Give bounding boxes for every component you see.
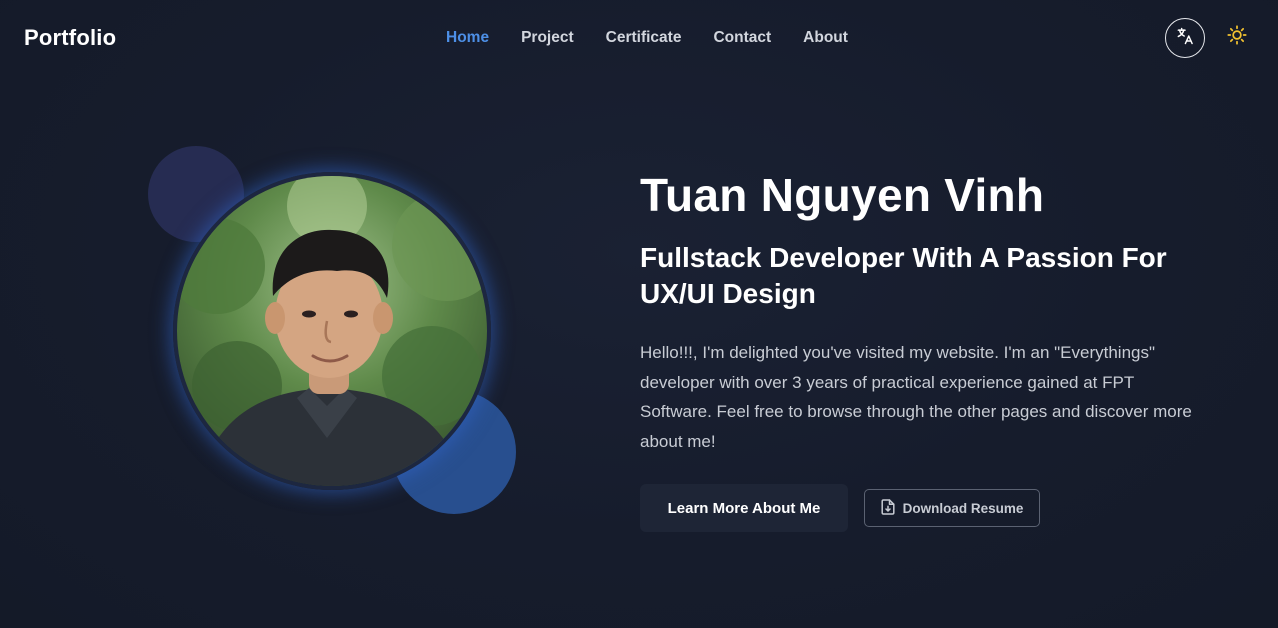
nav-about[interactable]: About: [803, 28, 848, 48]
theme-toggle-button[interactable]: [1225, 24, 1249, 51]
sun-icon: [1226, 24, 1248, 51]
hero-name: Tuan Nguyen Vinh: [640, 169, 1045, 221]
nav-contact[interactable]: Contact: [713, 28, 771, 48]
profile-photo: [173, 172, 491, 490]
page: Portfolio Home Project Certificate Conta…: [0, 0, 1278, 628]
download-resume-button-label: Download Resume: [902, 500, 1024, 516]
learn-more-button[interactable]: Learn More About Me: [640, 484, 848, 532]
nav-home[interactable]: Home: [446, 28, 489, 48]
nav-project[interactable]: Project: [521, 28, 574, 48]
hero-intro-text: Hello!!!, I'm delighted you've visited m…: [640, 343, 1192, 451]
learn-more-button-label: Learn More About Me: [667, 499, 821, 517]
download-resume-button[interactable]: Download Resume: [864, 489, 1040, 527]
brand-logo[interactable]: Portfolio: [24, 25, 116, 51]
language-button[interactable]: [1165, 18, 1205, 58]
translate-icon: [1175, 26, 1195, 51]
main-nav: Home Project Certificate Contact About: [446, 28, 880, 48]
hero-subtitle: Fullstack Developer With A Passion For U…: [640, 242, 1167, 309]
nav-certificate[interactable]: Certificate: [606, 28, 682, 48]
header: Portfolio Home Project Certificate Conta…: [0, 0, 1278, 76]
file-download-icon: [881, 498, 895, 518]
